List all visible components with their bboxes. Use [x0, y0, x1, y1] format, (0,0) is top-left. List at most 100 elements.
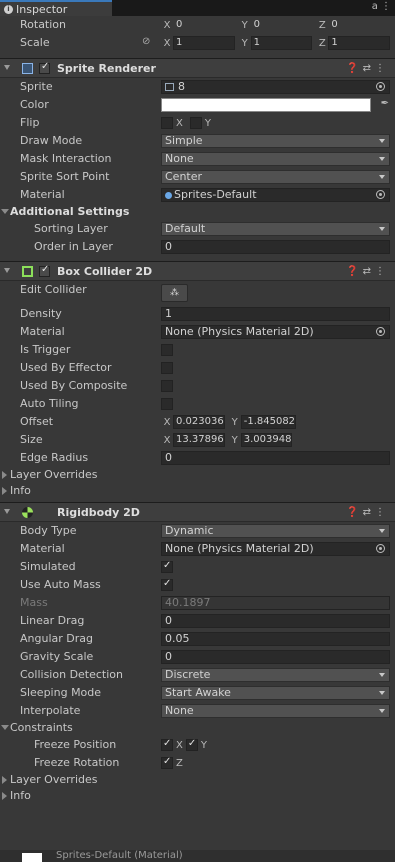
- fold-arrow-icon[interactable]: [4, 509, 10, 514]
- is-trigger-checkbox[interactable]: [161, 344, 173, 356]
- draw-mode-dropdown[interactable]: Simple: [161, 134, 390, 148]
- rigidbody-header[interactable]: Rigidbody 2D ❓⇄⋮: [0, 502, 395, 522]
- order-field[interactable]: 0: [161, 240, 390, 254]
- auto-mass-label: Use Auto Mass: [20, 578, 101, 591]
- used-by-effector-checkbox[interactable]: [161, 362, 173, 374]
- sprite-material-field[interactable]: Sprites-Default: [161, 188, 390, 202]
- eyedropper-icon[interactable]: ✒: [381, 98, 389, 109]
- freeze-position-x-checkbox[interactable]: [161, 738, 173, 751]
- additional-settings-foldout[interactable]: Additional Settings: [0, 204, 395, 220]
- constraints-label: Constraints: [10, 721, 73, 734]
- scale-label: Scale: [20, 36, 50, 49]
- rb-material-row: Material None (Physics Material 2D): [0, 540, 395, 558]
- rotation-y-field[interactable]: 0: [250, 18, 313, 32]
- flip-checkboxes: X Y: [161, 117, 211, 129]
- box-collider-header[interactable]: Box Collider 2D ❓⇄⋮: [0, 261, 395, 281]
- flip-x-checkbox[interactable]: [161, 117, 173, 129]
- object-picker-icon[interactable]: [376, 544, 385, 553]
- size-y-field[interactable]: 3.003948: [240, 433, 293, 447]
- material-preview-bar[interactable]: Sprites-Default (Material): [0, 850, 395, 862]
- scale-y-field[interactable]: 1: [250, 36, 313, 50]
- material-swatch: [22, 853, 42, 862]
- component-tools-icons[interactable]: ❓⇄⋮: [346, 262, 389, 281]
- freeze-rotation-z-checkbox[interactable]: [161, 756, 173, 769]
- rotation-x-field[interactable]: 0: [173, 18, 235, 32]
- draw-mode-label: Draw Mode: [20, 134, 83, 147]
- object-picker-icon[interactable]: [376, 190, 385, 199]
- sorting-layer-row: Sorting Layer Default: [0, 220, 395, 238]
- rb-material-value: None (Physics Material 2D): [165, 542, 314, 555]
- auto-tiling-checkbox[interactable]: [161, 398, 173, 410]
- foldout-closed-icon: [2, 471, 7, 479]
- simulated-checkbox[interactable]: [161, 560, 173, 573]
- offset-y-field[interactable]: -1.845082: [240, 415, 297, 429]
- trigger-row: Is Trigger: [0, 341, 395, 359]
- tab-inspector[interactable]: i Inspector: [0, 0, 112, 16]
- sprite-renderer-icon: [22, 63, 33, 74]
- angular-drag-row: Angular Drag 0.05: [0, 630, 395, 648]
- used-by-composite-checkbox[interactable]: [161, 380, 173, 392]
- sprite-renderer-header[interactable]: Sprite Renderer ❓⇄⋮: [0, 58, 395, 78]
- scale-x-field[interactable]: 1: [173, 36, 235, 50]
- box-collider-enable-checkbox[interactable]: [39, 264, 50, 277]
- size-label: Size: [20, 433, 43, 446]
- rotation-z-field[interactable]: 0: [328, 18, 391, 32]
- offset-x-field[interactable]: 0.023036: [173, 415, 225, 429]
- collider-layer-overrides-label: Layer Overrides: [10, 468, 98, 481]
- use-auto-mass-checkbox[interactable]: [161, 578, 173, 591]
- body-type-dropdown[interactable]: Dynamic: [161, 524, 390, 538]
- interpolate-dropdown[interactable]: None: [161, 704, 390, 718]
- rigidbody-icon: [22, 507, 33, 518]
- rb-material-field[interactable]: None (Physics Material 2D): [161, 542, 390, 556]
- box-collider-title: Box Collider 2D: [57, 265, 153, 278]
- density-field[interactable]: 1: [161, 307, 390, 321]
- sort-point-dropdown[interactable]: Center: [161, 170, 390, 184]
- lock-menu-icon[interactable]: a ⋮: [372, 1, 391, 12]
- color-swatch[interactable]: [161, 98, 371, 112]
- component-tools-icons[interactable]: ❓⇄⋮: [346, 503, 389, 522]
- rigidbody-title: Rigidbody 2D: [57, 506, 140, 519]
- sprite-material-value: Sprites-Default: [174, 188, 257, 201]
- object-picker-icon[interactable]: [376, 327, 385, 336]
- sorting-layer-dropdown[interactable]: Default: [161, 222, 390, 236]
- mask-dropdown[interactable]: None: [161, 152, 390, 166]
- offset-fields: X 0.023036 Y -1.845082: [163, 415, 297, 429]
- collider-layer-overrides-foldout[interactable]: Layer Overrides: [0, 467, 395, 483]
- gravity-row: Gravity Scale 0: [0, 648, 395, 666]
- gravity-field[interactable]: 0: [161, 650, 390, 664]
- rb-info-label: Info: [10, 789, 31, 802]
- sprite-field[interactable]: 8: [161, 80, 390, 94]
- color-label: Color: [20, 98, 49, 111]
- size-x-field[interactable]: 13.37896: [173, 433, 225, 447]
- rb-layer-overrides-foldout[interactable]: Layer Overrides: [0, 772, 395, 788]
- collider-material-field[interactable]: None (Physics Material 2D): [161, 325, 390, 339]
- rb-info-foldout[interactable]: Info: [0, 788, 395, 804]
- sprite-renderer-enable-checkbox[interactable]: [39, 61, 50, 74]
- freeze-position-y-checkbox[interactable]: [185, 738, 198, 751]
- flip-y-checkbox[interactable]: [189, 117, 202, 129]
- sprite-asset-icon: [165, 83, 174, 91]
- collider-info-foldout[interactable]: Info: [0, 483, 395, 499]
- link-icon[interactable]: ⊘: [142, 36, 150, 47]
- rotation-row: Rotation X0 Y0 Z0: [0, 16, 395, 34]
- sleeping-dropdown[interactable]: Start Awake: [161, 686, 390, 700]
- mask-row: Mask Interaction None: [0, 150, 395, 168]
- freeze-x-label: X: [176, 739, 183, 751]
- freeze-z-label: Z: [176, 757, 183, 769]
- edge-radius-field[interactable]: 0: [161, 451, 390, 465]
- foldout-open-icon: [1, 725, 9, 730]
- component-tools-icons[interactable]: ❓⇄⋮: [346, 59, 389, 78]
- object-picker-icon[interactable]: [376, 82, 385, 91]
- edit-collider-button[interactable]: ⁂: [161, 284, 188, 302]
- angular-drag-field[interactable]: 0.05: [161, 632, 390, 646]
- tab-title: Inspector: [16, 2, 68, 16]
- collider-material-row: Material None (Physics Material 2D): [0, 323, 395, 341]
- fold-arrow-icon[interactable]: [4, 268, 10, 273]
- flip-row: Flip X Y: [0, 114, 395, 132]
- linear-drag-field[interactable]: 0: [161, 614, 390, 628]
- scale-z-field[interactable]: 1: [328, 36, 391, 50]
- fold-arrow-icon[interactable]: [4, 65, 10, 70]
- collision-dropdown[interactable]: Discrete: [161, 668, 390, 682]
- constraints-foldout[interactable]: Constraints: [0, 720, 395, 736]
- scale-row: Scale ⊘ X1 Y1 Z1: [0, 34, 395, 52]
